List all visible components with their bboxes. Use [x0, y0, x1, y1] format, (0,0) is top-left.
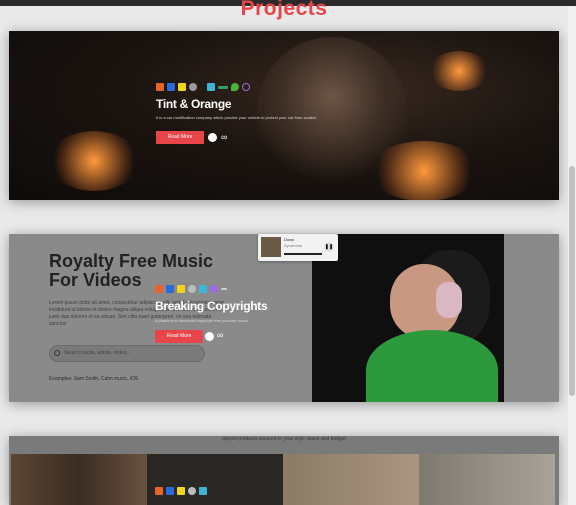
read-more-button[interactable]: Read More	[155, 330, 203, 343]
github-icon[interactable]	[208, 133, 217, 142]
hero-image-girl-headphones	[312, 234, 504, 402]
read-more-button[interactable]: Read More	[156, 131, 204, 144]
hoodie-shape	[366, 330, 498, 402]
progress-bar[interactable]	[284, 253, 322, 255]
project-card-furniture[interactable]: played products secured to your style sp…	[9, 436, 559, 505]
page-title: Projects	[240, 0, 328, 20]
scrollbar-track[interactable]	[568, 6, 576, 505]
github-icon	[188, 285, 196, 293]
html5-icon	[155, 487, 163, 495]
redux-icon	[210, 285, 218, 293]
search-input[interactable]: Search tracks, artists, styles...	[49, 345, 205, 362]
spark-glow	[369, 141, 479, 200]
track-artist: Syndrome	[284, 243, 303, 248]
search-placeholder: Search tracks, artists, styles...	[64, 350, 131, 356]
github-icon	[189, 83, 197, 91]
redux-icon	[242, 83, 250, 91]
link-icon[interactable]: ∞	[217, 331, 223, 340]
css3-icon	[167, 83, 175, 91]
search-icon	[54, 350, 60, 356]
tech-icons	[155, 285, 227, 293]
spark-glow	[49, 131, 139, 191]
project-card-tint-orange[interactable]: Tint & Orange It is a car modification c…	[9, 31, 559, 200]
scrollbar-thumb[interactable]	[569, 166, 575, 396]
music-player[interactable]: Down Syndrome ❚❚	[258, 234, 338, 261]
tailwind-icon	[207, 83, 215, 91]
mongodb-icon	[231, 83, 239, 91]
github-icon	[188, 487, 196, 495]
headphones-shape	[436, 282, 462, 318]
css3-icon	[166, 487, 174, 495]
furniture-caption: played products secured to your style sp…	[222, 436, 346, 442]
html5-icon	[156, 83, 164, 91]
track-name: Down	[284, 237, 295, 242]
tech-icons	[155, 487, 207, 495]
project-title: Breaking Copyrights	[155, 299, 268, 313]
tailwind-icon	[199, 285, 207, 293]
project-description: A platform to download copyright free yo…	[155, 318, 248, 323]
tailwind-icon	[199, 487, 207, 495]
project-title: Tint & Orange	[156, 97, 232, 111]
room-image	[147, 454, 283, 505]
javascript-icon	[177, 487, 185, 495]
css3-icon	[166, 285, 174, 293]
album-art	[261, 237, 281, 257]
spark-glow	[429, 51, 489, 91]
node-icon	[218, 85, 228, 89]
express-icon	[221, 288, 227, 290]
html5-icon	[155, 285, 163, 293]
search-examples: Examples: Sam Smith, Calm music, iOS	[49, 376, 139, 382]
room-image	[283, 454, 419, 505]
room-image	[419, 454, 555, 505]
room-image	[11, 454, 147, 505]
link-icon[interactable]: ∞	[221, 133, 227, 142]
github-icon[interactable]	[205, 332, 214, 341]
javascript-icon	[178, 83, 186, 91]
javascript-icon	[177, 285, 185, 293]
project-description: It is a car modification company which p…	[156, 115, 317, 120]
tech-icons	[156, 83, 250, 91]
pause-icon[interactable]: ❚❚	[324, 242, 334, 252]
